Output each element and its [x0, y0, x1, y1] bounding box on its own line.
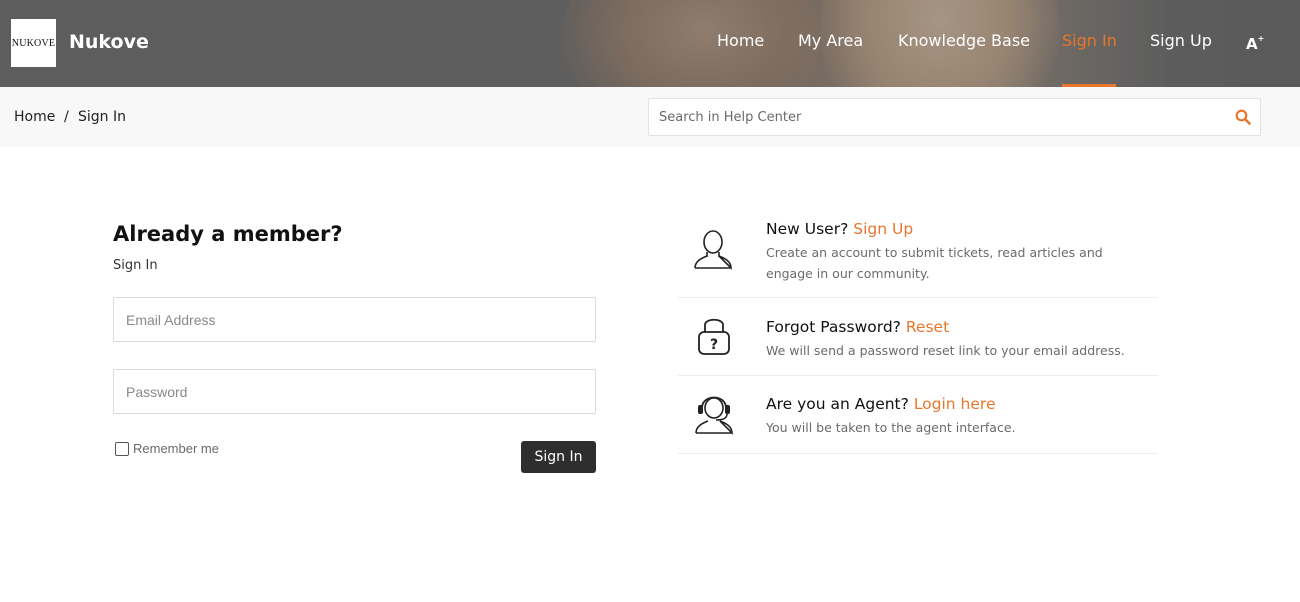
user-icon: [692, 228, 734, 275]
agent-login-link[interactable]: Login here: [914, 395, 996, 413]
new-user-description: Create an account to submit tickets, rea…: [766, 245, 1103, 281]
info-new-user: New User? Sign Up Create an account to s…: [678, 218, 1158, 298]
info-divider: [678, 453, 1158, 454]
email-field[interactable]: [113, 297, 596, 342]
nav-sign-in[interactable]: Sign In: [1062, 31, 1117, 50]
logo[interactable]: NUKOVE: [11, 19, 56, 67]
font-size-icon[interactable]: A+: [1246, 34, 1264, 53]
nav-sign-up[interactable]: Sign Up: [1150, 31, 1212, 50]
info-forgot-password: ? Forgot Password? Reset We will send a …: [678, 316, 1158, 376]
new-user-title: New User?: [766, 220, 849, 238]
remember-me[interactable]: Remember me: [115, 441, 219, 456]
breadcrumb-bar: Home / Sign In: [0, 87, 1300, 147]
agent-description: You will be taken to the agent interface…: [766, 420, 1016, 435]
breadcrumb-home[interactable]: Home: [14, 109, 55, 125]
remember-me-checkbox[interactable]: [115, 441, 129, 456]
info-divider: [678, 375, 1158, 376]
search-icon[interactable]: [1235, 109, 1251, 125]
brand-name[interactable]: Nukove: [69, 31, 149, 53]
form-title: Already a member?: [113, 222, 343, 246]
info-divider: [678, 297, 1158, 298]
info-agent: Are you an Agent? Login here You will be…: [678, 393, 1158, 453]
form-subtitle: Sign In: [113, 258, 158, 273]
nav-my-area[interactable]: My Area: [798, 31, 863, 50]
agent-headset-icon: [694, 391, 734, 440]
search-box: [648, 98, 1261, 136]
sign-in-button[interactable]: Sign In: [521, 441, 596, 473]
agent-title: Are you an Agent?: [766, 395, 909, 413]
top-header: NUKOVE Nukove Home My Area Knowledge Bas…: [0, 0, 1300, 87]
sign-up-link[interactable]: Sign Up: [853, 220, 913, 238]
nav-home[interactable]: Home: [717, 31, 764, 50]
remember-me-label: Remember me: [133, 441, 219, 456]
breadcrumb-current: Sign In: [78, 109, 126, 125]
logo-text: NUKOVE: [11, 37, 56, 49]
svg-text:?: ?: [710, 337, 718, 353]
breadcrumb-separator: /: [64, 109, 69, 125]
forgot-password-title: Forgot Password?: [766, 318, 901, 336]
password-field[interactable]: [113, 369, 596, 414]
font-size-icon-glyph: A: [1246, 35, 1258, 53]
forgot-password-description: We will send a password reset link to yo…: [766, 343, 1125, 358]
lock-question-icon: ?: [696, 314, 732, 363]
nav-knowledge-base[interactable]: Knowledge Base: [898, 31, 1030, 50]
reset-link[interactable]: Reset: [906, 318, 949, 336]
search-input[interactable]: [649, 99, 1229, 135]
